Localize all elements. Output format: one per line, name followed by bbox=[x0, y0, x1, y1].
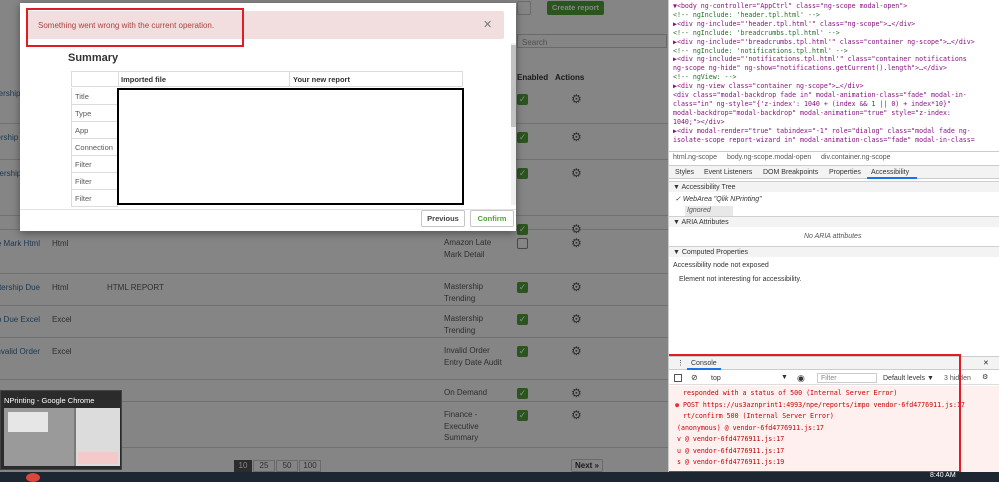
summary-row-label: Filter bbox=[71, 190, 118, 207]
not-interesting-text: Element not interesting for accessibilit… bbox=[679, 276, 802, 283]
webarea-node[interactable]: ✓ WebArea "Qlik NPrinting" bbox=[675, 195, 762, 203]
dom-node-line[interactable]: ▶<div modal-render="true" tabindex="-1" … bbox=[673, 127, 993, 136]
dom-node-line[interactable]: <!-- ngInclude: 'notifications.tpl.html'… bbox=[673, 47, 993, 56]
devtools-sidebar-tabs: Styles Event Listeners DOM Breakpoints P… bbox=[669, 165, 999, 179]
devtools-breadcrumb: html.ng-scope body.ng-scope.modal-open d… bbox=[669, 151, 999, 163]
dom-node-line[interactable]: ▶<div ng-include="'notifications.tpl.htm… bbox=[673, 55, 993, 64]
breadcrumb-html[interactable]: html.ng-scope bbox=[673, 154, 717, 161]
dom-node-line[interactable]: 1040;"></div> bbox=[673, 118, 993, 127]
summary-row-label: Title bbox=[71, 88, 118, 105]
elements-tree: ▼<body ng-controller="AppCtrl" class="ng… bbox=[669, 0, 999, 150]
summary-table: Imported file Your new report Title Type A… bbox=[20, 70, 510, 207]
dom-node-line[interactable]: ▶<div ng-include="'breadcrumbs.tpl.html'… bbox=[673, 38, 993, 47]
dom-node-line[interactable]: ▶<div ng-view class="container ng-scope"… bbox=[673, 82, 993, 91]
no-aria-text: No ARIA attributes bbox=[804, 233, 862, 240]
active-tab-indicator bbox=[867, 177, 917, 179]
confirm-button[interactable]: Confirm bbox=[470, 210, 514, 227]
not-exposed-text: Accessibility node not exposed bbox=[673, 262, 769, 269]
console-error-highlight bbox=[669, 354, 961, 472]
tab-dom-breakpoints[interactable]: DOM Breakpoints bbox=[763, 169, 818, 176]
dom-node-line[interactable]: modal-backdrop="modal-backdrop" modal-an… bbox=[673, 109, 993, 118]
dom-node-line[interactable]: class="in" ng-style="{'z-index': 1040 + … bbox=[673, 100, 993, 109]
dom-node-line[interactable]: ▼<body ng-controller="AppCtrl" class="ng… bbox=[673, 2, 993, 11]
modal-scrollbar[interactable] bbox=[511, 43, 516, 205]
summary-row-label: Type bbox=[71, 105, 118, 122]
dom-node-line[interactable]: <div class="modal-backdrop fade in" moda… bbox=[673, 91, 993, 100]
taskbar-app-icon[interactable] bbox=[26, 473, 40, 482]
windows-taskbar: 8:40 AM bbox=[0, 472, 999, 482]
dom-node-line[interactable]: <!-- ngView: --> bbox=[673, 73, 993, 82]
breadcrumb-div[interactable]: div.container.ng-scope bbox=[821, 154, 891, 161]
dom-node-line[interactable]: ng-scope ng-hide" ng-show="notifications… bbox=[673, 64, 993, 73]
dom-node-line[interactable]: <!-- ngInclude: 'header.tpl.html' --> bbox=[673, 11, 993, 20]
tab-properties[interactable]: Properties bbox=[829, 169, 861, 176]
summary-row-label: Filter bbox=[71, 173, 118, 190]
app-background: Create report Search Enabled Actions Mas… bbox=[0, 0, 668, 472]
taskbar-thumbnail-preview[interactable]: NPrinting - Google Chrome bbox=[0, 390, 122, 470]
computed-properties-header[interactable]: ▼ Computed Properties bbox=[669, 246, 999, 257]
tab-event-listeners[interactable]: Event Listeners bbox=[704, 169, 752, 176]
summary-row-label: App bbox=[71, 122, 118, 139]
devtools-panel: ▼<body ng-controller="AppCtrl" class="ng… bbox=[668, 0, 999, 472]
aria-attributes-header[interactable]: ▼ ARIA Attributes bbox=[669, 216, 999, 227]
tab-styles[interactable]: Styles bbox=[675, 169, 694, 176]
dom-node-line[interactable]: ▶<div ng-include="'header.tpl.html'" cla… bbox=[673, 20, 993, 29]
dom-node-line[interactable]: <!-- ngInclude: 'breadcrumbs.tpl.html' -… bbox=[673, 29, 993, 38]
thumbnail-image bbox=[4, 408, 120, 466]
ignored-node: Ignored bbox=[685, 206, 733, 216]
imported-file-header: Imported file bbox=[121, 75, 167, 84]
breadcrumb-body[interactable]: body.ng-scope.modal-open bbox=[727, 154, 811, 161]
accessibility-tree-header[interactable]: ▼ Accessibility Tree bbox=[669, 181, 999, 192]
taskbar-clock[interactable]: 8:40 AM bbox=[930, 472, 956, 479]
dom-node-line[interactable]: isolate-scope report-wizard in" modal-an… bbox=[673, 136, 993, 145]
summary-row-label: Filter bbox=[71, 156, 118, 173]
close-icon[interactable]: ✕ bbox=[483, 18, 492, 31]
drawer-close-icon[interactable]: ✕ bbox=[983, 359, 989, 367]
summary-row-label: Connection bbox=[71, 139, 118, 156]
previous-button[interactable]: Previous bbox=[421, 210, 465, 227]
console-settings-icon[interactable]: ⚙ bbox=[982, 373, 988, 381]
thumbnail-title: NPrinting - Google Chrome bbox=[4, 396, 95, 405]
tab-accessibility[interactable]: Accessibility bbox=[871, 169, 909, 176]
summary-title: Summary bbox=[68, 52, 119, 64]
error-highlight bbox=[26, 8, 244, 47]
new-report-header: Your new report bbox=[293, 75, 350, 84]
comparison-box bbox=[117, 88, 464, 205]
